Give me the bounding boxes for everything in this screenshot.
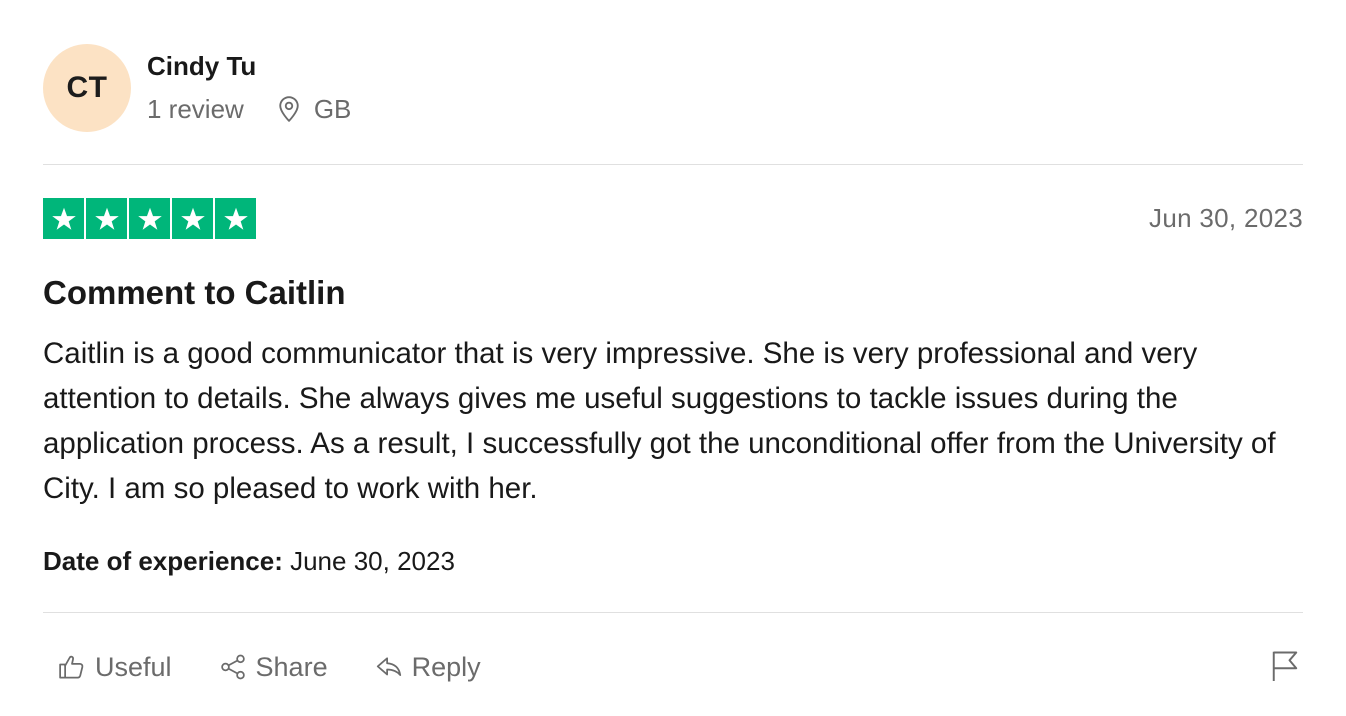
review-card: CT Cindy Tu 1 review GB Jun 30, 2023 Com… xyxy=(43,0,1303,716)
review-body: Caitlin is a good communicator that is v… xyxy=(43,337,1276,505)
report-flag-button[interactable] xyxy=(1267,648,1303,684)
reply-label: Reply xyxy=(411,651,481,682)
header-divider xyxy=(43,164,1303,165)
useful-label: Useful xyxy=(95,651,172,682)
star-icon xyxy=(43,198,84,239)
thumbs-up-icon xyxy=(57,652,87,682)
footer-divider xyxy=(43,612,1303,613)
share-icon xyxy=(218,652,248,682)
reply-button[interactable]: Reply xyxy=(374,652,481,683)
reviewer-country: GB xyxy=(313,93,352,124)
reviewer-meta: 1 review GB xyxy=(147,92,351,126)
star-icon xyxy=(129,198,170,239)
date-of-experience: Date of experience: June 30, 2023 xyxy=(43,545,455,577)
review-actions: Useful Share Reply xyxy=(57,645,527,689)
review-count: 1 review xyxy=(147,93,244,124)
experience-date: June 30, 2023 xyxy=(282,546,455,576)
experience-label: Date of experience: xyxy=(43,546,283,576)
review-date: Jun 30, 2023 xyxy=(1149,203,1303,233)
reply-icon xyxy=(374,652,404,682)
useful-button[interactable]: Useful xyxy=(57,652,172,683)
location-pin-icon xyxy=(274,94,304,124)
share-label: Share xyxy=(255,651,328,682)
star-icon xyxy=(215,198,256,239)
avatar-initials: CT xyxy=(66,71,108,104)
avatar[interactable]: CT xyxy=(43,44,131,132)
star-icon xyxy=(86,198,127,239)
reviewer-name[interactable]: Cindy Tu xyxy=(147,50,256,82)
review-title[interactable]: Comment to Caitlin xyxy=(43,272,346,314)
flag-icon xyxy=(1267,648,1303,684)
star-icon xyxy=(172,198,213,239)
star-rating xyxy=(43,198,256,239)
share-button[interactable]: Share xyxy=(218,652,328,683)
